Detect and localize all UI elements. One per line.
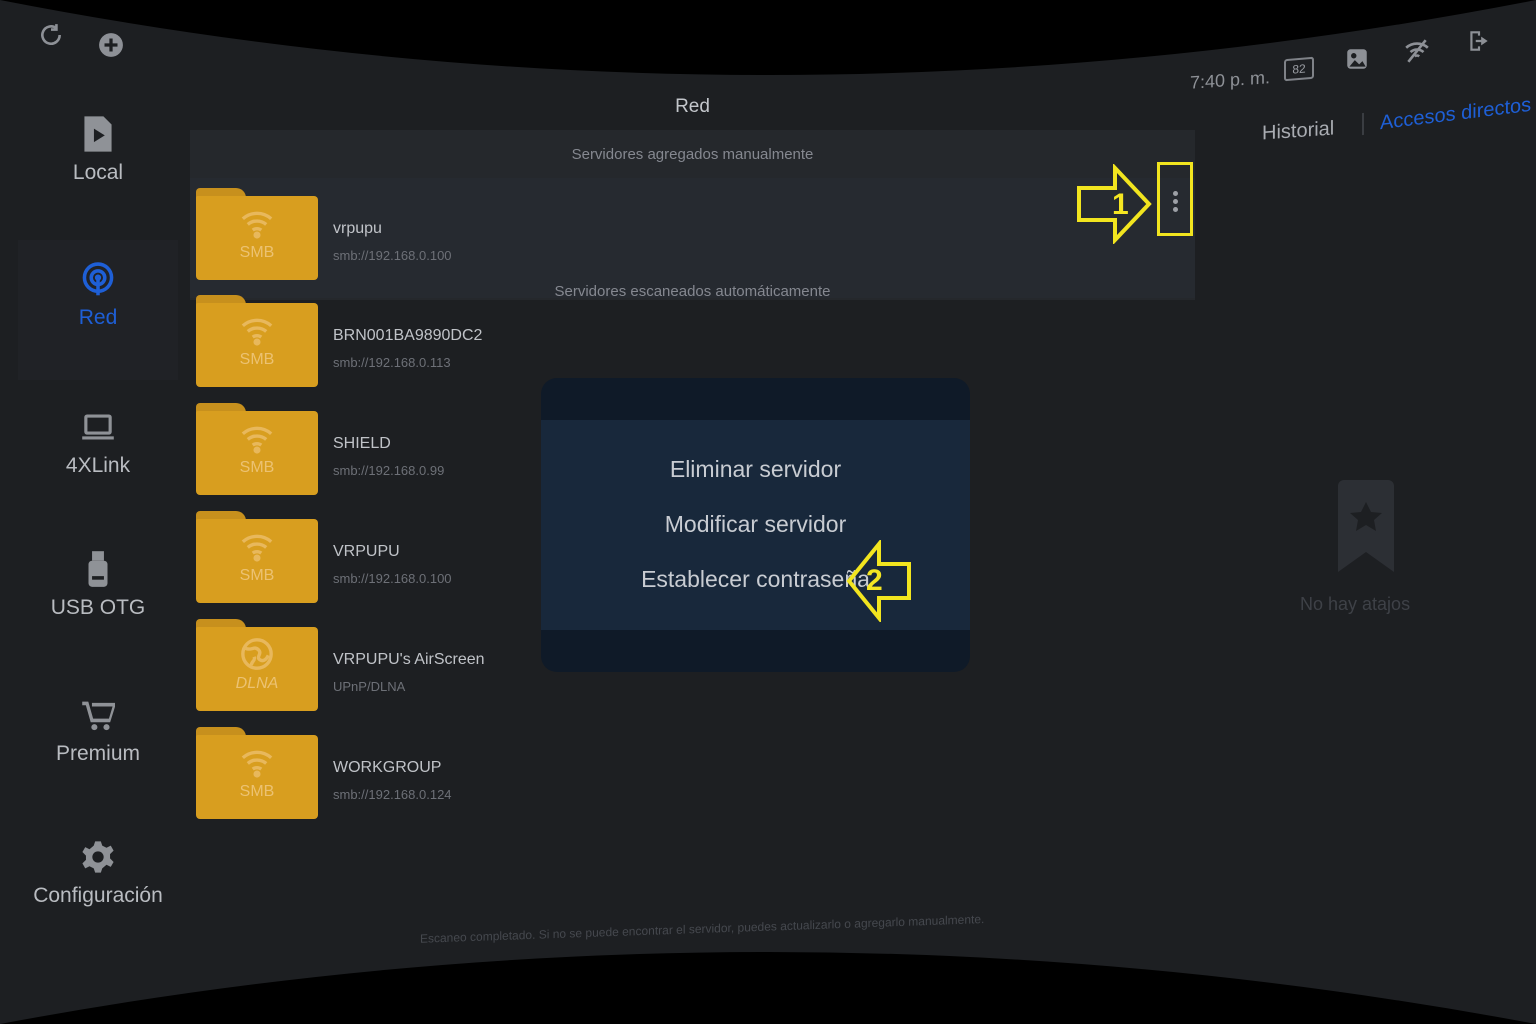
gear-icon bbox=[81, 838, 115, 876]
no-wifi-icon[interactable] bbox=[1404, 38, 1430, 64]
exit-icon[interactable] bbox=[1466, 28, 1492, 54]
globe-icon bbox=[240, 637, 274, 671]
cart-icon bbox=[81, 696, 115, 734]
server-name: VRPUPU bbox=[333, 543, 400, 560]
sidebar-item-premium[interactable]: Premium bbox=[18, 696, 178, 766]
empty-shortcuts-text: No hay atajos bbox=[1300, 594, 1411, 614]
network-icon bbox=[81, 260, 115, 298]
folder-icon: SMB bbox=[196, 403, 318, 495]
folder-icon: SMB bbox=[196, 511, 318, 603]
callout-number-1: 1 bbox=[1112, 188, 1129, 221]
clock: 7:40 p. m. bbox=[1190, 67, 1271, 93]
server-name: SHIELD bbox=[333, 435, 391, 452]
wifi-icon bbox=[240, 529, 274, 563]
bookmark-star-icon bbox=[1336, 480, 1396, 572]
list-item[interactable]: SMB WORKGROUP smb://192.168.0.124 bbox=[196, 727, 796, 823]
server-address: UPnP/DLNA bbox=[333, 679, 406, 694]
sidebar-item-label: Configuración bbox=[33, 884, 163, 907]
server-address: smb://192.168.0.124 bbox=[333, 787, 452, 802]
folder-icon: DLNA bbox=[196, 619, 318, 711]
sidebar-item-4xlink[interactable]: 4XLink bbox=[18, 408, 178, 478]
add-icon[interactable] bbox=[98, 32, 124, 58]
sidebar-item-label: 4XLink bbox=[65, 454, 131, 477]
server-address: smb://192.168.0.99 bbox=[333, 463, 445, 478]
server-type: SMB bbox=[239, 783, 275, 800]
vr-screen: 7:40 p. m. 82 Local Red 4XLink USB OTG P… bbox=[0, 0, 1536, 1024]
server-name: WORKGROUP bbox=[333, 759, 442, 776]
wifi-icon bbox=[240, 421, 274, 455]
server-type: SMB bbox=[239, 567, 275, 584]
sidebar-item-label: Premium bbox=[55, 742, 140, 765]
sidebar-item-local[interactable]: Local bbox=[18, 115, 178, 185]
refresh-icon[interactable] bbox=[38, 22, 64, 48]
tab-historial[interactable]: Historial bbox=[1262, 117, 1334, 145]
tab-divider bbox=[1362, 113, 1364, 135]
wifi-icon bbox=[240, 745, 274, 779]
callout-number-2: 2 bbox=[866, 564, 883, 597]
play-file-icon bbox=[81, 115, 115, 153]
menu-item-delete-server[interactable]: Eliminar servidor bbox=[541, 456, 970, 483]
battery-indicator: 82 bbox=[1284, 57, 1314, 82]
sidebar-item-usb-otg[interactable]: USB OTG bbox=[18, 550, 178, 620]
tab-accesos-directos[interactable]: Accesos directos bbox=[1380, 94, 1531, 136]
more-options-button[interactable] bbox=[1157, 162, 1193, 236]
menu-item-modify-server[interactable]: Modificar servidor bbox=[541, 511, 970, 538]
server-address: smb://192.168.0.100 bbox=[333, 571, 452, 586]
server-type: DLNA bbox=[235, 675, 279, 692]
laptop-icon bbox=[81, 408, 115, 446]
sidebar-item-red[interactable]: Red bbox=[18, 240, 178, 380]
sidebar-item-label: Local bbox=[72, 161, 124, 184]
server-name: VRPUPU's AirScreen bbox=[333, 651, 485, 668]
sidebar: Local Red 4XLink USB OTG Premium Configu… bbox=[18, 90, 178, 950]
callout-layer: 1 bbox=[190, 90, 1195, 390]
usb-icon bbox=[81, 550, 115, 588]
sidebar-item-label: Red bbox=[78, 306, 118, 329]
sidebar-item-configuracion[interactable]: Configuración bbox=[18, 838, 178, 908]
server-context-menu: Eliminar servidor Modificar servidor Est… bbox=[541, 378, 970, 672]
folder-icon: SMB bbox=[196, 727, 318, 819]
sidebar-item-label: USB OTG bbox=[50, 596, 146, 619]
gallery-icon[interactable] bbox=[1344, 46, 1370, 72]
server-type: SMB bbox=[239, 459, 275, 476]
